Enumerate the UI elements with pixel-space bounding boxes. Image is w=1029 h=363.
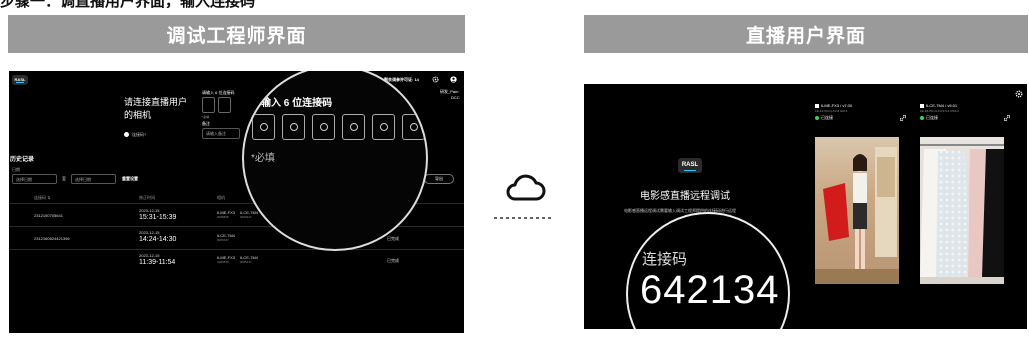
camera2-model: ILCE-7M4 / v5.01 [920, 103, 957, 108]
user-screen: RASL 电影感直播远程调试 电影感直播远程调试需要输入调试工程师提供的连接码进… [584, 84, 1027, 329]
engineer-banner: 调试工程师界面 [8, 15, 465, 53]
col-header-code[interactable]: 连接码 ⇅ [34, 195, 50, 201]
camera1-status: 已连接 [815, 115, 833, 121]
connected-icon [920, 115, 924, 120]
dress-rack-illustration [920, 144, 1004, 277]
code-digit-box[interactable] [218, 97, 231, 113]
info-icon [124, 132, 129, 138]
code-label-small: 请输入 6 位连接码 [202, 90, 235, 95]
col-header-time: 修正时间 [139, 195, 155, 200]
code-digit-box[interactable] [202, 97, 215, 113]
link-icon[interactable] [900, 115, 906, 121]
remark-input[interactable]: 请输入备注 [202, 128, 240, 139]
camera2-preview [920, 137, 1004, 284]
connection-line [494, 217, 554, 219]
filter-label: 日期 [12, 167, 20, 172]
code-digit-box[interactable] [312, 114, 335, 140]
code-digit-box[interactable] [282, 114, 305, 140]
filter-separator: 至 [62, 176, 66, 181]
code-input-magnifier: 请输入 6 位连接码 *必填 [242, 71, 428, 251]
link-icon[interactable] [1004, 115, 1010, 121]
camera1-preview [815, 137, 899, 284]
gear-icon[interactable] [1015, 90, 1023, 98]
code-digit-box[interactable] [252, 114, 275, 140]
reset-button[interactable]: 重置设置 [122, 176, 138, 182]
camera-icon [815, 103, 819, 108]
table-divider [9, 249, 464, 250]
code-digit-box[interactable] [372, 114, 395, 140]
col-header-camera: 相机 [217, 195, 225, 200]
gear-icon[interactable] [432, 76, 439, 83]
history-title: 历史记录 [10, 157, 35, 163]
export-button[interactable]: 导出 [424, 174, 454, 184]
camera1-model: ILME-FX3 / v7.00 [815, 103, 852, 108]
code-digit-box[interactable] [342, 114, 365, 140]
connection-code-label: 连接码 [642, 251, 688, 268]
connected-icon [815, 115, 819, 120]
magnified-required: *必填 [251, 153, 275, 164]
user-icon[interactable] [450, 76, 457, 83]
camera-icon [920, 103, 924, 108]
camera1-lens: FE 24-70mm F2.8 GM II [815, 109, 848, 113]
code-digit-box[interactable] [402, 114, 425, 140]
cloud-icon [506, 174, 546, 201]
required-mark-small: *必填 [202, 115, 210, 119]
connection-code-value: 642134 [640, 268, 780, 312]
magnified-code-title: 请输入 6 位连接码 [251, 98, 333, 109]
engineer-screen: RASL 剩余调参许可证: 14 研发_Pam DCC 请连接直播用户的相机 连… [9, 71, 464, 333]
user-banner: 直播用户界面 [584, 15, 1028, 53]
user-sub: DCC [451, 95, 460, 100]
user-logo: RASL [678, 158, 702, 173]
engineer-logo: RASL [12, 75, 28, 85]
camera2-lens: FE 28-70mm F3.5-5.6 OSS II [920, 109, 960, 113]
camera2-status: 已连接 [920, 115, 938, 121]
connection-code-magnifier: 连接码 642134 [626, 212, 790, 329]
top-caption: 步骤一：调直播用户界面，输入连接码 [0, 0, 360, 8]
filter-end-date[interactable]: 选择日期 [71, 174, 116, 184]
prompt-title: 请连接直播用户的相机 [124, 97, 188, 120]
connect-code-hint[interactable]: 连接码? [124, 132, 146, 138]
remark-label: 备注 [202, 121, 210, 126]
filter-start-date[interactable]: 选择日期 [12, 174, 57, 184]
user-app-title: 电影感直播远程调试 [640, 191, 730, 202]
model-figure-illustration [815, 147, 899, 284]
